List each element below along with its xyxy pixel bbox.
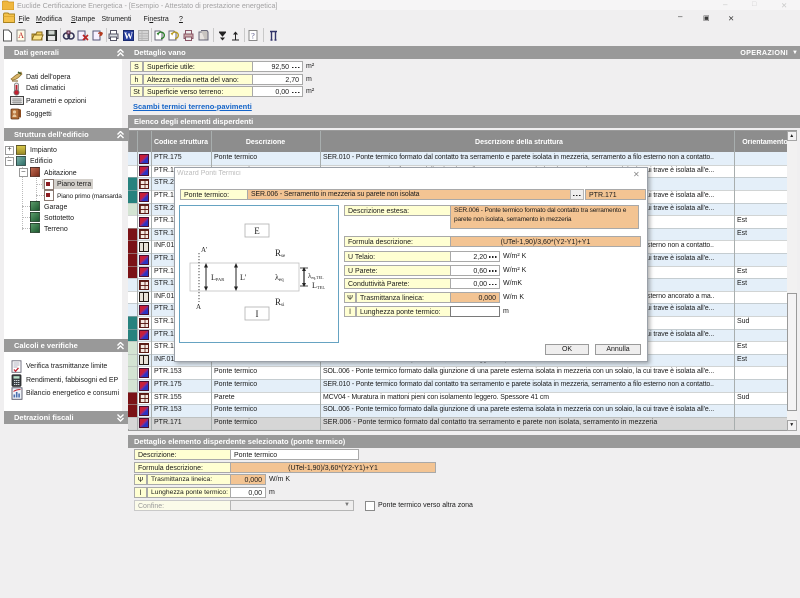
svg-text:Rsi: Rsi: [275, 297, 285, 308]
svg-text:A: A: [196, 303, 201, 311]
svg-text:E: E: [254, 226, 260, 236]
svg-text:λeq,TEL: λeq,TEL: [308, 272, 324, 281]
svg-text:Rse: Rse: [275, 248, 286, 259]
svg-text:?: ?: [251, 32, 255, 41]
svg-text:I: I: [256, 309, 259, 319]
svg-text:L': L': [240, 273, 247, 282]
svg-text:W: W: [124, 31, 133, 41]
svg-text:LTEL: LTEL: [312, 281, 325, 290]
svg-text:A': A': [201, 246, 207, 254]
svg-text:A: A: [18, 31, 24, 40]
